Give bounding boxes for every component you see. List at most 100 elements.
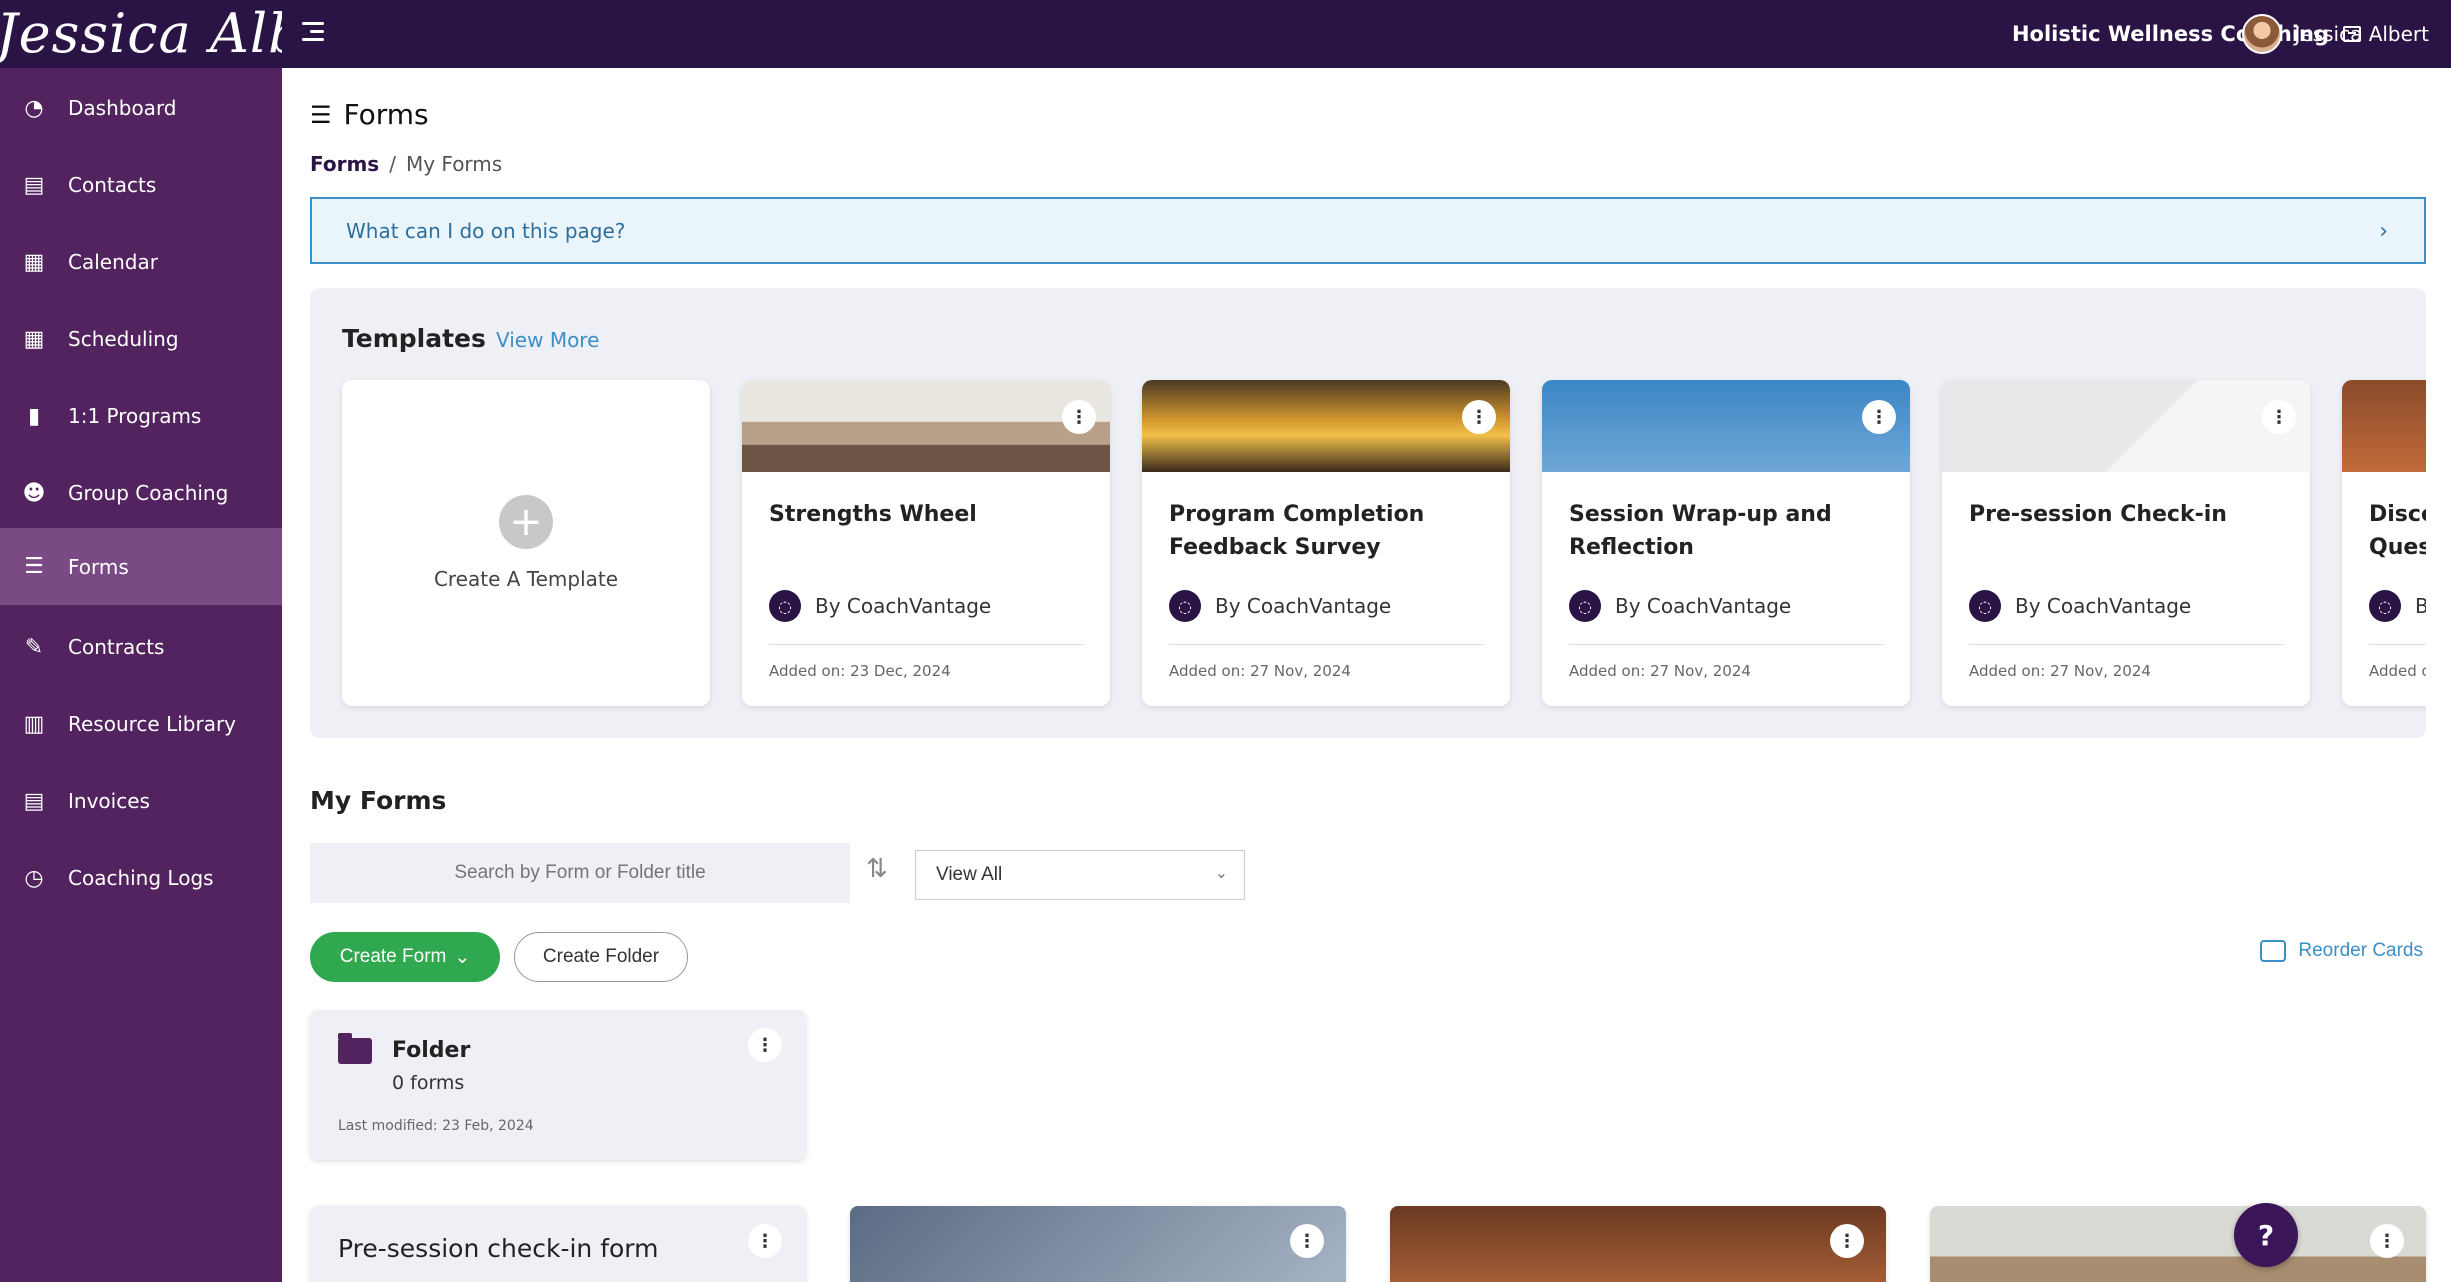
folder-card[interactable]: Folder 0 forms Last modified: 23 Feb, 20… [310, 1010, 806, 1160]
create-template-card[interactable]: + Create A Template [342, 380, 710, 706]
more-options-icon[interactable]: ⋮ [1290, 1224, 1324, 1258]
template-added-date: Added on: 27 Nov, 2024 [1169, 662, 1351, 680]
form-card[interactable]: ⋮ [1390, 1206, 1886, 1282]
clock-icon: ◷ [24, 865, 44, 891]
template-author: ◌ By CoachVantage [1969, 590, 2191, 622]
divider [769, 644, 1083, 645]
logo[interactable]: Jessica Albert [0, 0, 282, 68]
more-options-icon[interactable]: ⋮ [2262, 400, 2296, 434]
sidebar-item-label: Calendar [68, 250, 158, 274]
sidebar-item-coaching-logs[interactable]: ◷ Coaching Logs [0, 849, 282, 907]
divider [1969, 644, 2283, 645]
coachvantage-logo-icon: ◌ [1569, 590, 1601, 622]
create-form-button[interactable]: Create Form ⌄ [310, 932, 500, 982]
sidebar-item-forms[interactable]: ☰ Forms [0, 528, 282, 605]
folder-modified: Last modified: 23 Feb, 2024 [338, 1118, 534, 1134]
breadcrumb-separator: / [389, 152, 396, 176]
reorder-icon [2260, 940, 2287, 962]
template-added-date: Added on: 27 Nov, 2024 [1969, 662, 2151, 680]
template-card[interactable]: ⋮ Program Completion Feedback Survey ◌ By… [1142, 380, 1510, 706]
template-author-text: By CoachVantage [1615, 594, 1792, 618]
reorder-cards-button[interactable]: Reorder Cards [2260, 940, 2423, 962]
create-form-label: Create Form [339, 946, 447, 967]
invoice-icon: ▤ [23, 788, 45, 814]
more-options-icon[interactable]: ⋮ [1830, 1224, 1864, 1258]
signature-icon: ✎ [24, 634, 44, 660]
sidebar: ◔ Dashboard ▤ Contacts ▦ Calendar ▦ Scheduli… [0, 68, 282, 1282]
main-content: ☰ Forms Forms / My Forms What can I do o… [282, 68, 2451, 1282]
chevron-down-icon: ⌄ [454, 946, 471, 968]
form-card[interactable]: ⋮ [1930, 1206, 2426, 1282]
logo-text: Jessica Albert [0, 2, 282, 65]
filter-selected-value: View All [936, 864, 1003, 885]
user-name: Jessica Albert [2294, 22, 2429, 46]
people-icon: ☻ [22, 480, 46, 506]
book-icon: ▮ [27, 403, 41, 429]
template-image: ⋮ [1142, 380, 1510, 472]
sidebar-item-invoices[interactable]: ▤ Invoices [0, 772, 282, 830]
breadcrumb-forms-link[interactable]: Forms [310, 152, 379, 176]
template-author-text: By CoachVantage [815, 594, 992, 618]
sidebar-item-resource-library[interactable]: ▥ Resource Library [0, 695, 282, 753]
template-card[interactable]: ⋮ Pre-session Check-in ◌ By CoachVantage … [1942, 380, 2310, 706]
more-options-icon[interactable]: ⋮ [2370, 1224, 2404, 1258]
template-name: Session Wrap-up and Reflection [1569, 502, 1832, 560]
template-name: Disco Ques [2369, 502, 2426, 560]
view-more-link[interactable]: View More [496, 328, 599, 352]
template-image: ⋮ [1542, 380, 1910, 472]
calendar-clock-icon: ▦ [23, 326, 45, 352]
more-options-icon[interactable]: ⋮ [1462, 400, 1496, 434]
more-options-icon[interactable]: ⋮ [1062, 400, 1096, 434]
page-title-text: Forms [343, 98, 429, 131]
create-template-label: Create A Template [433, 567, 619, 591]
template-image: ⋮ [1942, 380, 2310, 472]
create-folder-button[interactable]: Create Folder [514, 932, 688, 982]
template-card[interactable]: Disco Ques ◌ B Added o [2342, 380, 2426, 706]
page-title: ☰ Forms [310, 98, 429, 131]
breadcrumb: Forms / My Forms [310, 152, 502, 176]
reorder-label: Reorder Cards [2298, 940, 2423, 961]
form-card[interactable]: ⋮ [850, 1206, 1346, 1282]
template-name: Strengths Wheel [769, 502, 977, 527]
sidebar-item-label: Forms [68, 554, 129, 579]
divider [1169, 644, 1483, 645]
menu-toggle-icon[interactable] [302, 22, 328, 46]
plus-icon: + [499, 495, 553, 549]
template-added-date: Added o [2369, 662, 2426, 680]
sidebar-item-label: Dashboard [68, 96, 177, 120]
sidebar-item-scheduling[interactable]: ▦ Scheduling [0, 310, 282, 368]
sort-icon[interactable]: ⇅ [866, 854, 888, 884]
help-text: What can I do on this page? [346, 218, 626, 243]
sidebar-item-label: Coaching Logs [68, 866, 214, 890]
sidebar-item-programs[interactable]: ▮ 1:1 Programs [0, 387, 282, 445]
more-options-icon[interactable]: ⋮ [748, 1028, 782, 1062]
breadcrumb-current: My Forms [405, 152, 503, 176]
user-menu[interactable]: Jessica Albert [2242, 0, 2429, 68]
sidebar-item-group-coaching[interactable]: ☻ Group Coaching [0, 464, 282, 522]
more-options-icon[interactable]: ⋮ [1862, 400, 1896, 434]
form-card[interactable]: Pre-session check-in form ⋮ [310, 1206, 806, 1282]
more-options-icon[interactable]: ⋮ [748, 1224, 782, 1258]
template-author-text: By CoachVantage [1215, 594, 1392, 618]
template-name: Pre-session Check-in [1969, 502, 2227, 527]
filter-select[interactable]: View All ⌄ [915, 850, 1245, 900]
sidebar-item-contracts[interactable]: ✎ Contracts [0, 618, 282, 676]
my-forms-title: My Forms [310, 786, 447, 815]
template-card[interactable]: ⋮ Session Wrap-up and Reflection ◌ By Coa… [1542, 380, 1910, 706]
template-card[interactable]: ⋮ Strengths Wheel ◌ By CoachVantage Added… [742, 380, 1110, 706]
chevron-right-icon: › [2379, 219, 2388, 244]
template-author-text: B [2415, 594, 2426, 618]
sidebar-item-calendar[interactable]: ▦ Calendar [0, 233, 282, 291]
gauge-icon: ◔ [24, 95, 44, 121]
template-author: ◌ By CoachVantage [769, 590, 991, 622]
calendar-icon: ▦ [23, 249, 45, 275]
sidebar-item-dashboard[interactable]: ◔ Dashboard [0, 79, 282, 137]
coachvantage-logo-icon: ◌ [2369, 590, 2401, 622]
template-name: Program Completion Feedback Survey [1169, 502, 1425, 560]
sidebar-item-contacts[interactable]: ▤ Contacts [0, 156, 282, 214]
coachvantage-logo-icon: ◌ [1969, 590, 2001, 622]
form-card-title: Pre-session check-in form [338, 1234, 659, 1263]
search-input[interactable] [310, 843, 850, 903]
help-accordion[interactable]: What can I do on this page? › [310, 197, 2426, 264]
help-chat-button[interactable]: ? [2234, 1203, 2298, 1267]
